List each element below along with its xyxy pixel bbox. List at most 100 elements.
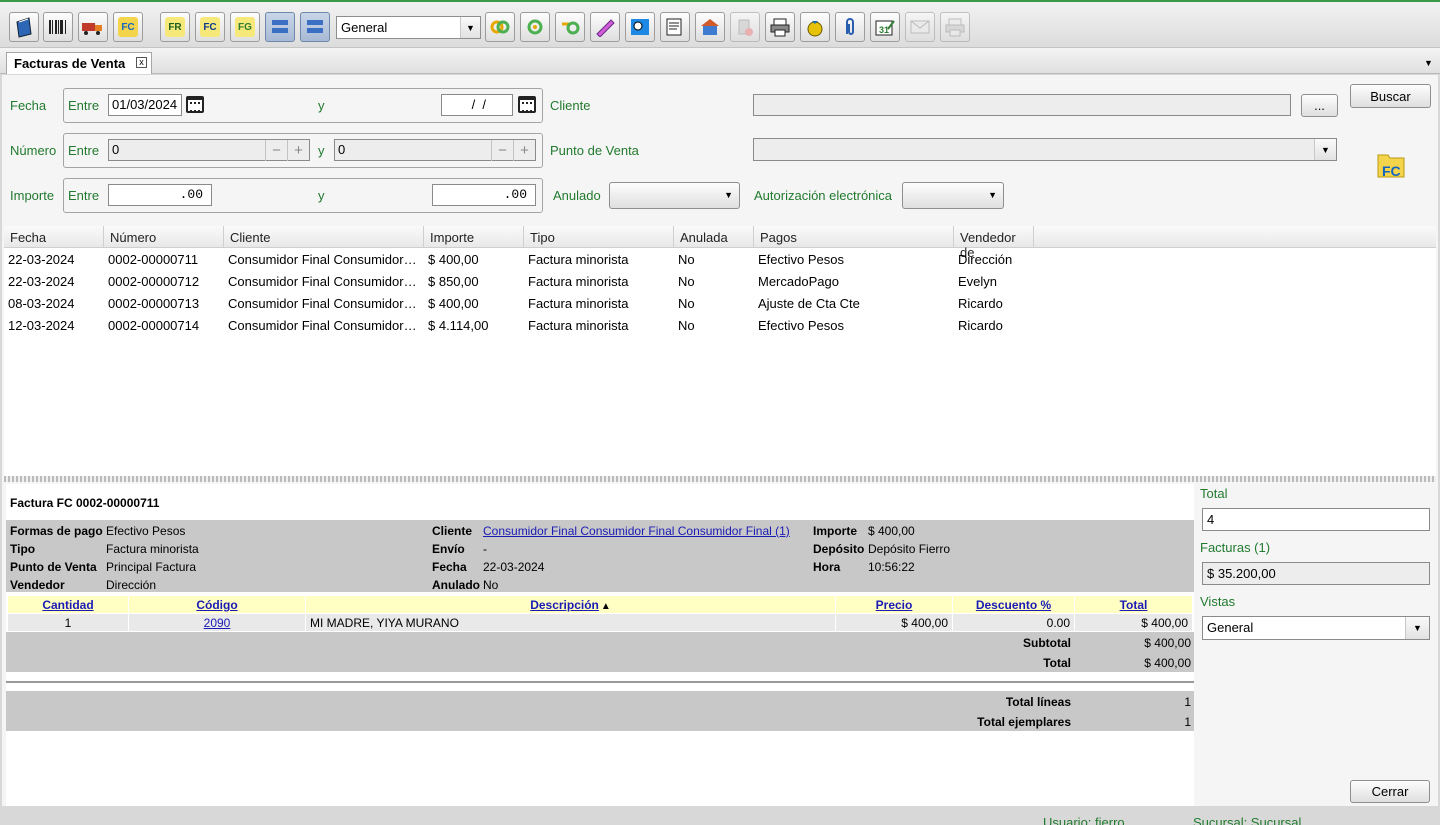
paperclip-icon[interactable]: [835, 12, 865, 42]
moneybag-icon[interactable]: [800, 12, 830, 42]
fecha-label: Fecha: [10, 98, 47, 113]
invoice-info-band: Formas de pago Efectivo Pesos Tipo Factu…: [6, 520, 1194, 592]
calendar-icon[interactable]: [186, 96, 204, 113]
green-circle-icon[interactable]: [520, 12, 550, 42]
facturas-label: Facturas (1): [1200, 540, 1271, 555]
column-header-cliente[interactable]: Cliente: [224, 226, 424, 248]
column-header-importe[interactable]: Importe: [424, 226, 524, 248]
column-header-filler: [1034, 226, 1436, 248]
cliente-input[interactable]: [753, 94, 1291, 116]
table-row[interactable]: 12-03-2024 0002-00000714 Consumidor Fina…: [4, 314, 1436, 336]
importe-value: $ 400,00: [868, 524, 915, 538]
cerrar-button[interactable]: Cerrar: [1350, 780, 1430, 803]
pen-icon[interactable]: [590, 12, 620, 42]
column-header-fecha[interactable]: Fecha: [4, 226, 104, 248]
punto-venta-select[interactable]: ▼: [753, 138, 1337, 161]
table-row[interactable]: 22-03-2024 0002-00000712 Consumidor Fina…: [4, 270, 1436, 292]
list-view-icon[interactable]: [265, 12, 295, 42]
plus-icon[interactable]: +: [287, 140, 309, 161]
view-select[interactable]: General ▼: [336, 16, 481, 39]
cell-tipo: Factura minorista: [528, 252, 629, 267]
cell-tipo: Factura minorista: [528, 318, 629, 333]
print-preview-icon[interactable]: [660, 12, 690, 42]
table-row[interactable]: 22-03-2024 0002-00000711 Consumidor Fina…: [4, 248, 1436, 270]
column-header-vendedor[interactable]: Vendedor de: [954, 226, 1034, 260]
items-header-codigo[interactable]: Código: [129, 596, 305, 613]
invoices-table: Fecha Número Cliente Importe Tipo Anulad…: [4, 226, 1436, 476]
total-label: Total: [1200, 486, 1228, 501]
items-header-precio[interactable]: Precio: [836, 596, 952, 613]
fr-button[interactable]: FR: [160, 12, 190, 42]
minus-icon[interactable]: −: [491, 140, 513, 161]
printer-icon[interactable]: [765, 12, 795, 42]
fecha-y-label: y: [318, 98, 325, 113]
items-header-descripcion[interactable]: Descripción ▲: [306, 596, 835, 613]
tab-bar: [0, 48, 1440, 74]
cliente-link[interactable]: Consumidor Final Consumidor Final Consum…: [483, 524, 790, 538]
importe-from-input[interactable]: .00: [108, 184, 212, 206]
fecha-value: 22-03-2024: [483, 560, 545, 574]
tab-facturas-de-venta[interactable]: Facturas de Venta x: [6, 52, 152, 74]
fecha-entre-label: Entre: [68, 98, 100, 113]
green-link-icon[interactable]: [555, 12, 585, 42]
warehouse-icon[interactable]: [695, 12, 725, 42]
cell-vendedor: Ricardo: [958, 296, 1003, 311]
items-header-descuento[interactable]: Descuento %: [953, 596, 1074, 613]
table-row[interactable]: 08-03-2024 0002-00000713 Consumidor Fina…: [4, 292, 1436, 314]
total-field[interactable]: 4: [1202, 508, 1430, 531]
map-search-icon[interactable]: [625, 12, 655, 42]
hora-value: 10:56:22: [868, 560, 915, 574]
invoice-detail-panel: Factura FC 0002-00000711 Formas de pago …: [6, 484, 1194, 806]
list-view-alt-icon[interactable]: [300, 12, 330, 42]
column-header-pagos[interactable]: Pagos: [754, 226, 954, 248]
tab-menu-chevron-icon[interactable]: ▼: [1424, 58, 1433, 68]
minus-icon[interactable]: −: [265, 140, 287, 161]
fecha-to-input[interactable]: / /: [441, 94, 513, 116]
numero-to-stepper[interactable]: 0 − +: [334, 139, 536, 161]
cell-fecha: 08-03-2024: [8, 296, 75, 311]
close-icon[interactable]: x: [136, 57, 147, 68]
items-header-cantidad[interactable]: Cantidad: [8, 596, 128, 613]
facturas-field[interactable]: $ 35.200,00: [1202, 562, 1430, 585]
cliente-lookup-button[interactable]: ...: [1301, 94, 1338, 117]
total-label: Total: [1043, 656, 1071, 670]
importe-entre-label: Entre: [68, 188, 100, 203]
item-codigo-link[interactable]: 2090: [129, 614, 305, 631]
notebook-icon[interactable]: [9, 12, 39, 42]
autorizacion-label: Autorización electrónica: [754, 188, 893, 203]
autorizacion-select[interactable]: ▼: [902, 182, 1004, 209]
formas-value: Efectivo Pesos: [106, 524, 186, 538]
column-header-anulada[interactable]: Anulada: [674, 226, 754, 248]
numero-from-stepper[interactable]: 0 − +: [108, 139, 310, 161]
plus-icon[interactable]: +: [513, 140, 535, 161]
column-header-numero[interactable]: Número: [104, 226, 224, 248]
anulado-select[interactable]: ▼: [609, 182, 740, 209]
column-header-tipo[interactable]: Tipo: [524, 226, 674, 248]
calendar-icon[interactable]: [518, 96, 536, 113]
buscar-button[interactable]: Buscar: [1350, 84, 1431, 108]
deposito-label: Depósito: [813, 542, 865, 556]
fecha-from-input[interactable]: 01/03/2024: [108, 94, 182, 116]
vistas-select[interactable]: General ▼: [1202, 616, 1430, 640]
tipo-value: Factura minorista: [106, 542, 199, 556]
cell-cliente: Consumidor Final Consumidor Final Consum…: [228, 318, 420, 333]
vistas-label: Vistas: [1200, 594, 1236, 609]
delivery-truck-icon[interactable]: [78, 12, 108, 42]
fc-button[interactable]: FC: [195, 12, 225, 42]
barcode-icon[interactable]: [43, 12, 73, 42]
mail-disabled-icon[interactable]: [905, 12, 935, 42]
importe-to-input[interactable]: .00: [432, 184, 536, 206]
rings-icon[interactable]: [485, 12, 515, 42]
fc-folder-badge-icon: FC: [1376, 149, 1410, 181]
splitter-handle[interactable]: [4, 476, 1436, 482]
items-header-total[interactable]: Total: [1075, 596, 1192, 613]
calendar-edit-icon[interactable]: 31: [870, 12, 900, 42]
subtotal-value: $ 400,00: [1144, 636, 1191, 650]
fg-button[interactable]: FG: [230, 12, 260, 42]
printer-disabled-icon[interactable]: [940, 12, 970, 42]
cell-importe: $ 850,00: [428, 274, 479, 289]
delete-disabled-icon[interactable]: [730, 12, 760, 42]
tab-title: Facturas de Venta: [14, 56, 126, 71]
chevron-down-icon: ▼: [1405, 617, 1429, 639]
fc-folder-icon[interactable]: FC: [113, 12, 143, 42]
